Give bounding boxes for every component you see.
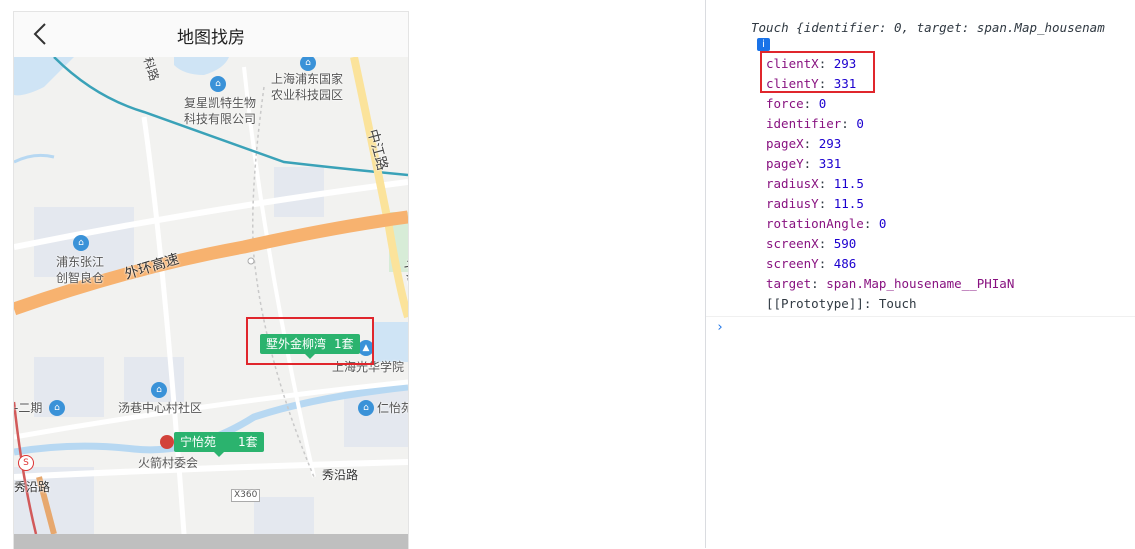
property-key: radiusY (766, 196, 819, 211)
metro-station-icon[interactable]: S (18, 455, 34, 471)
poi-icon[interactable]: ⌂ (210, 76, 226, 92)
property-value: 331 (818, 156, 842, 171)
property-row[interactable]: clientY: 331 (766, 74, 856, 94)
property-row[interactable]: clientX: 293 (766, 54, 856, 74)
property-key: pageY (766, 156, 804, 171)
property-row[interactable]: pageX: 293 (766, 134, 841, 154)
property-row[interactable]: radiusX: 11.5 (766, 174, 864, 194)
property-key: [[Prototype]] (766, 296, 864, 311)
object-preview: {identifier: 0, target: span.Map_housena… (796, 20, 1105, 35)
house-marker[interactable]: 墅外金柳湾 1套 (260, 334, 360, 359)
poi-label: 汤巷中心村社区 (118, 401, 203, 415)
poi-icon[interactable]: ⌂ (358, 400, 374, 416)
property-row[interactable]: radiusY: 11.5 (766, 194, 864, 214)
house-name[interactable]: 宁怡苑 (180, 435, 216, 449)
nav-bar: 地图找房 (14, 12, 408, 57)
property-key: screenX (766, 236, 819, 251)
prototype-property[interactable]: [[Prototype]]: Touch (766, 294, 917, 314)
poi-label: 火箭村委会 (138, 456, 199, 470)
property-row[interactable]: screenY: 486 (766, 254, 856, 274)
object-type: Touch (751, 20, 789, 35)
location-pin-icon (160, 435, 174, 449)
divider (706, 316, 1135, 317)
property-value: 293 (818, 136, 842, 151)
property-value: Touch (878, 296, 917, 311)
property-key: radiusX (766, 176, 819, 191)
mobile-preview: 地图找房 科路 中江路 中江路 外环高速 秀沿路 秀沿路 X360 ⌂ 复星凯特… (13, 11, 409, 549)
property-value: 0 (818, 96, 827, 111)
info-icon[interactable]: i (757, 38, 770, 51)
road-label: 秀沿路 (322, 468, 359, 482)
poi-label: 仁怡苑 (377, 401, 408, 415)
property-key: force (766, 96, 804, 111)
property-key: rotationAngle (766, 216, 864, 231)
property-row[interactable]: screenX: 590 (766, 234, 856, 254)
property-key: target (766, 276, 812, 291)
map-view[interactable]: 科路 中江路 中江路 外环高速 秀沿路 秀沿路 X360 ⌂ 复星凯特生物 科技… (14, 55, 408, 534)
house-marker[interactable]: 宁怡苑 1套 (174, 432, 264, 457)
poi-label: 上海浦东国家 农业科技园区 (271, 72, 344, 102)
school-icon[interactable]: ▲ (358, 340, 374, 356)
property-value: 486 (833, 256, 857, 271)
property-value: 293 (833, 56, 857, 71)
property-value: 11.5 (833, 176, 864, 191)
map-canvas (14, 57, 408, 534)
property-value: 331 (833, 76, 857, 91)
property-value: 11.5 (833, 196, 864, 211)
road-label: 秀沿路 (14, 480, 51, 494)
page-title: 地图找房 (177, 28, 245, 48)
property-key: clientY (766, 76, 819, 91)
devtools-console: Touch {identifier: 0, target: span.Map_h… (705, 0, 1135, 548)
poi-label: -二期 (14, 401, 43, 415)
property-value: span.Map_housename__PHIaN (826, 276, 1015, 291)
property-value: 590 (833, 236, 857, 251)
poi-label: 上海光华学院 (332, 360, 405, 374)
poi-label: 复星凯特生物 科技有限公司 (184, 96, 257, 126)
property-row[interactable]: force: 0 (766, 94, 826, 114)
poi-label: 浦东张江 创智良仓 (56, 255, 105, 285)
poi-icon[interactable]: ⌂ (151, 382, 167, 398)
property-value: 0 (856, 116, 864, 131)
property-key: screenY (766, 256, 819, 271)
property-row[interactable]: pageY: 331 (766, 154, 841, 174)
house-name[interactable]: 墅外金柳湾 (266, 337, 326, 351)
poi-icon[interactable]: ⌂ (49, 400, 65, 416)
property-key: clientX (766, 56, 819, 71)
property-row[interactable]: rotationAngle: 0 (766, 214, 886, 234)
target-property[interactable]: target: span.Map_housename__PHIaN (766, 274, 1014, 294)
poi-icon[interactable]: ⌂ (73, 235, 89, 251)
house-count: 1套 (334, 337, 354, 351)
property-value: 0 (878, 216, 887, 231)
property-key: identifier (766, 116, 842, 131)
poi-icon[interactable]: ⌂ (300, 55, 316, 71)
bottom-panel[interactable] (14, 534, 408, 549)
property-row[interactable]: identifier: 0 (766, 114, 864, 134)
property-key: pageX (766, 136, 804, 151)
console-prompt[interactable]: › (716, 320, 724, 335)
road-shield: X360 (231, 489, 261, 502)
object-summary[interactable]: Touch {identifier: 0, target: span.Map_h… (751, 18, 1105, 38)
house-count: 1套 (238, 435, 258, 449)
